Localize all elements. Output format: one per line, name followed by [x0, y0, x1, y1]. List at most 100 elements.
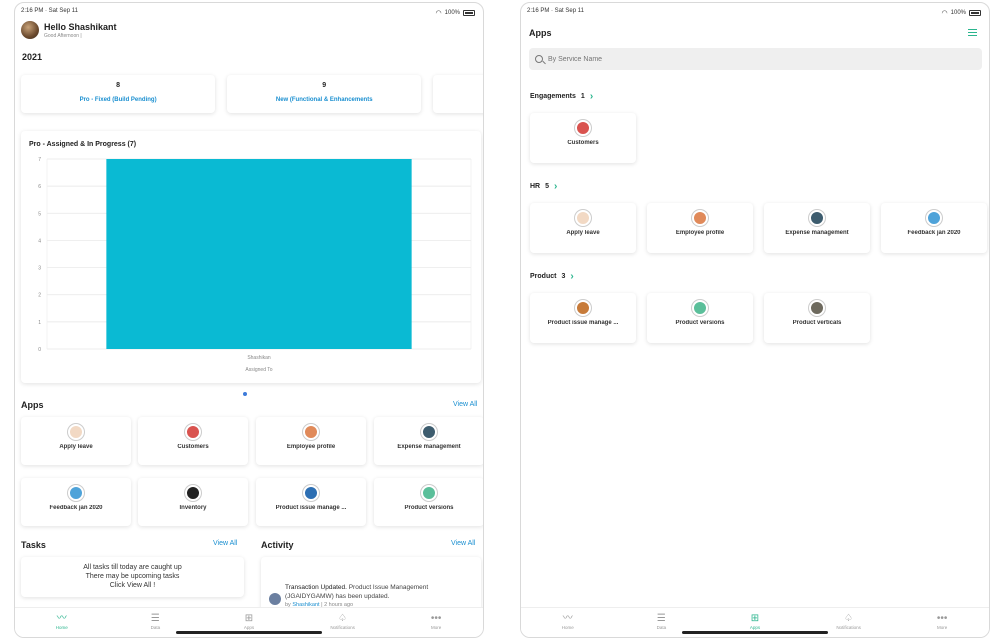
more-icon: ••• — [430, 613, 442, 624]
group-count: 3 — [561, 273, 566, 280]
app-icon — [185, 424, 201, 440]
app-card[interactable]: Product issue manage ... — [530, 293, 636, 343]
app-card[interactable]: Apply leave — [530, 203, 636, 253]
status-bar: 2:16 PM · Sat Sep 11 ◠ 100% — [527, 8, 981, 18]
tab-label: Notifications — [330, 625, 355, 630]
tab-label: More — [937, 625, 948, 630]
app-label: Apply leave — [566, 230, 600, 236]
app-icon — [809, 210, 825, 226]
avatar[interactable] — [21, 21, 39, 39]
app-label: Product issue manage ... — [547, 320, 619, 326]
x-tick-label: Shashikan — [247, 355, 271, 361]
group-name: Engagements — [530, 93, 576, 100]
group-header[interactable]: Product 3 › — [530, 271, 574, 282]
apps-screen: 2:16 PM · Sat Sep 11 ◠100% Apps Engageme… — [520, 2, 990, 638]
tab-label: More — [431, 625, 442, 630]
wifi-icon: ◠ — [941, 10, 948, 17]
pulse-icon: 〰 — [56, 613, 67, 624]
chevron-right-icon[interactable]: › — [570, 271, 573, 282]
chevron-right-icon[interactable]: › — [590, 91, 593, 102]
app-card[interactable]: Customers — [530, 113, 636, 163]
app-label: Expense management — [397, 444, 461, 450]
app-card[interactable]: Product versions — [647, 293, 753, 343]
app-card[interactable]: Customers — [138, 417, 248, 465]
group-header[interactable]: Engagements 1 › — [530, 91, 593, 102]
page-indicator — [243, 392, 247, 396]
app-icon — [692, 210, 708, 226]
app-card[interactable]: Product versions — [374, 478, 483, 526]
search-icon — [535, 55, 543, 63]
app-label: Feedback jan 2020 — [907, 230, 961, 236]
tasks-message-2: There may be upcoming tasks — [85, 573, 180, 580]
tab-label: Apps — [243, 625, 255, 630]
home-indicator — [176, 631, 322, 634]
app-card[interactable]: Feedback jan 2020 — [881, 203, 987, 253]
tab-apps[interactable]: ⊞ Apps — [725, 613, 785, 630]
app-label: Apply leave — [59, 444, 93, 450]
app-card[interactable]: Apply leave — [21, 417, 131, 465]
activity-view-all-link[interactable]: View All — [451, 540, 475, 547]
y-tick-label: 5 — [38, 211, 41, 217]
app-card[interactable]: Feedback jan 2020 — [21, 478, 131, 526]
bar-chart: 0 1 2 3 4 5 6 7 Shashikan Assigned To — [38, 157, 472, 373]
app-icon — [926, 210, 942, 226]
apps-view-all-link[interactable]: View All — [453, 401, 477, 408]
app-card[interactable]: Product issue manage ... — [256, 478, 366, 526]
stat-label: New (Functional & Enhancements — [275, 97, 373, 103]
tab-more[interactable]: ••• More — [406, 613, 466, 630]
app-label: Feedback jan 2020 — [49, 505, 103, 511]
bar — [106, 159, 412, 349]
grid-icon: ⊞ — [244, 613, 254, 624]
app-card[interactable]: Expense management — [374, 417, 483, 465]
status-time: 2:16 PM · Sat Sep 11 — [527, 8, 584, 14]
app-label: Product versions — [675, 320, 725, 326]
stat-card-partial[interactable] — [433, 75, 483, 113]
tab-label: Data — [150, 625, 161, 630]
app-card[interactable]: Employee profile — [647, 203, 753, 253]
group-header[interactable]: HR 5 › — [530, 181, 557, 192]
bell-icon: ♤ — [338, 613, 348, 624]
stat-cards: 8 Pro - Fixed (Build Pending) 9 New (Fun… — [21, 75, 483, 113]
tab-apps[interactable]: ⊞ Apps — [219, 613, 279, 630]
y-tick-label: 0 — [38, 347, 41, 353]
greeting-name: Hello Shashikant — [44, 21, 117, 32]
tab-notifications[interactable]: ♤ Notifications — [313, 613, 373, 630]
list-icon: ☰ — [150, 613, 160, 624]
group-count: 5 — [545, 183, 550, 190]
app-label: Product issue manage ... — [275, 505, 347, 511]
stat-card-pro-fixed[interactable]: 8 Pro - Fixed (Build Pending) — [21, 75, 216, 113]
tab-more[interactable]: ••• More — [912, 613, 972, 630]
more-icon: ••• — [936, 613, 948, 624]
tasks-view-all-link[interactable]: View All — [213, 540, 237, 547]
tab-notifications[interactable]: ♤ Notifications — [819, 613, 879, 630]
app-card[interactable]: Product verticals — [764, 293, 870, 343]
y-tick-label: 3 — [38, 266, 41, 272]
activity-heading: Activity — [261, 540, 294, 550]
search-input[interactable] — [548, 55, 948, 63]
app-icon — [68, 485, 84, 501]
year-label: 2021 — [22, 52, 43, 62]
app-card[interactable]: Employee profile — [256, 417, 366, 465]
home-indicator — [682, 631, 828, 634]
app-card[interactable]: Inventory — [138, 478, 248, 526]
app-icon — [185, 485, 201, 501]
app-card[interactable]: Expense management — [764, 203, 870, 253]
tab-data[interactable]: ☰ Data — [125, 613, 185, 630]
tab-label: Notifications — [836, 625, 861, 630]
y-tick-label: 1 — [38, 320, 41, 326]
stat-card-new[interactable]: 9 New (Functional & Enhancements — [227, 75, 422, 113]
chevron-right-icon[interactable]: › — [554, 181, 557, 192]
tab-home[interactable]: 〰 Home — [32, 613, 92, 630]
menu-icon[interactable] — [968, 29, 977, 36]
battery-icon — [463, 10, 475, 16]
tasks-message-3: Click View All ! — [109, 582, 156, 589]
tab-home[interactable]: 〰 Home — [538, 613, 598, 630]
app-icon — [692, 300, 708, 316]
app-icon — [421, 485, 437, 501]
tab-data[interactable]: ☰ Data — [631, 613, 691, 630]
activity-card[interactable]: Transaction Updated. Product Issue Manag… — [261, 557, 481, 613]
group-name: HR — [530, 183, 541, 190]
search-bar[interactable] — [529, 48, 982, 70]
chart-card: Pro - Assigned & In Progress (7) 0 1 2 3 4 5 6… — [21, 131, 481, 383]
y-tick-label: 6 — [38, 184, 41, 190]
